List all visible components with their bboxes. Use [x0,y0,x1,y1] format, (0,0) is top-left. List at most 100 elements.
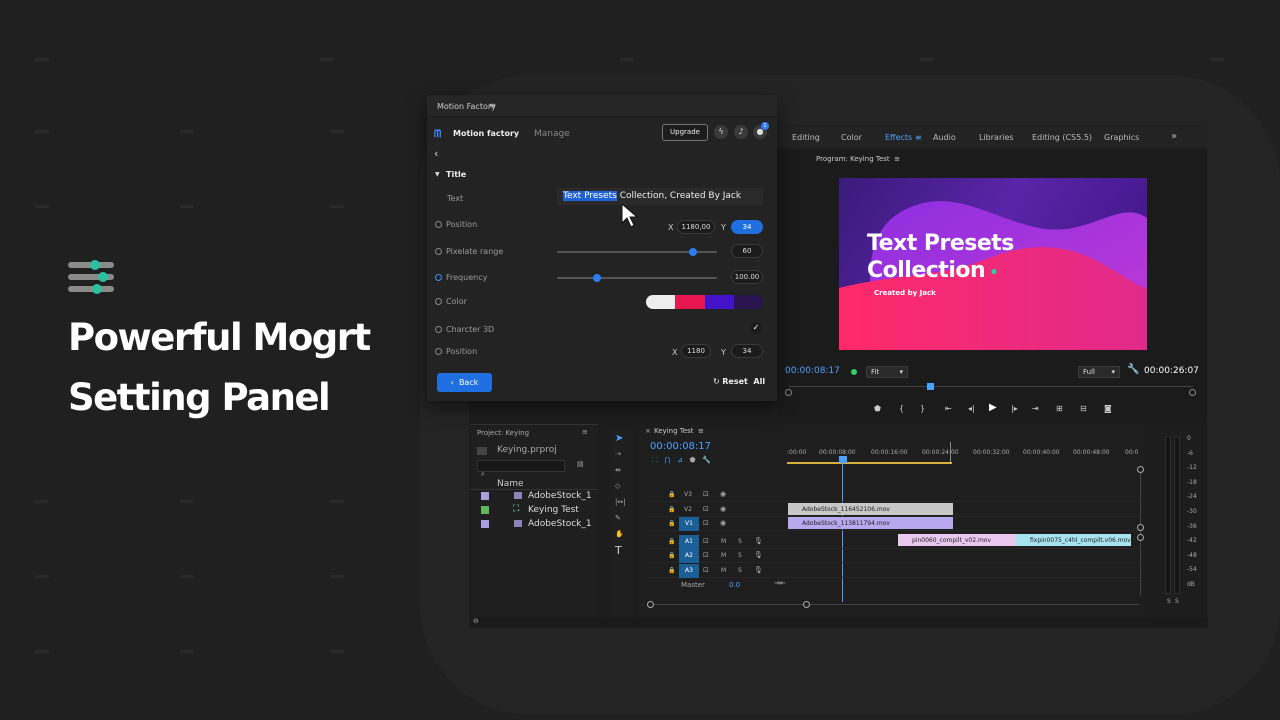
color-swatch[interactable] [675,295,705,309]
mic-icon[interactable]: 🎙 [754,551,763,559]
clip-v1[interactable]: AdobeStock_113811794.mov [788,517,953,529]
eye-icon[interactable]: ◉ [720,519,726,527]
pixelate-slider[interactable] [557,248,717,256]
mute-button[interactable]: M [721,538,726,545]
eye-icon[interactable]: ◉ [720,505,726,513]
frequency-input[interactable]: 100.00 [731,270,763,284]
lock-icon[interactable]: 🔒 [668,538,675,545]
tab-graphics[interactable]: Graphics [1104,133,1139,142]
track-target-a3[interactable]: A3 [679,564,699,578]
pixelate-input[interactable]: 60 [731,244,763,258]
lock-icon[interactable]: 🔒 [668,552,675,559]
resolution-dropdown[interactable]: Full ▾ [1078,366,1120,378]
tab-editing-cs55[interactable]: Editing (CS5.5) [1032,133,1092,142]
lock-icon[interactable]: 🔒 [668,491,675,498]
project-menu-icon[interactable]: ≡ [582,428,588,436]
step-back-icon[interactable]: ◂| [968,404,975,413]
text-input[interactable]: Text Presets Collection, Created By Jack [557,188,763,205]
track-target-a1[interactable]: A1 [679,535,699,549]
character3d-checkbox[interactable]: ✓ [750,322,762,334]
lock-icon[interactable]: 🔒 [668,567,675,574]
solo-right-button[interactable]: S [1175,598,1179,605]
tab-editing[interactable]: Editing [792,133,820,142]
fit-dropdown[interactable]: Fit ▾ [866,366,908,378]
slip-icon[interactable]: |↔| [615,498,626,506]
track-target-v1[interactable]: V1 [679,517,699,531]
go-to-end-icon[interactable]: ⇥⇤ [774,579,786,587]
timeline-scrollbar[interactable] [647,601,1139,608]
bell-icon[interactable]: ♪ [734,125,748,139]
frequency-slider[interactable] [557,274,717,282]
go-to-out-icon[interactable]: ⇥ [1032,404,1039,413]
eye-icon[interactable]: ◉ [720,490,726,498]
color-swatch[interactable] [646,295,676,309]
clip-a1-first[interactable]: pin0060_compilt_v02.mov [898,534,1016,546]
clip-a1-second[interactable]: fixpin0075_c4hl_compilt.v06.mov [1016,534,1131,546]
marker-icon[interactable]: ⬟ [874,404,881,413]
solo-button[interactable]: S [738,567,742,574]
linked-icon[interactable]: ⊿ [677,456,683,464]
close-icon[interactable]: × [645,427,651,435]
sync-icon[interactable]: ⊡ [703,537,709,545]
tab-libraries[interactable]: Libraries [979,133,1014,142]
collapse-triangle-icon[interactable]: ▼ [435,171,440,178]
master-value[interactable]: 0.0 [729,581,740,589]
timeline-playhead-icon[interactable] [839,456,847,463]
mute-button[interactable]: M [721,567,726,574]
pen-icon[interactable]: ✎ [615,514,621,522]
ripple-edit-icon[interactable]: ⇹ [615,466,621,474]
stopwatch-icon[interactable] [435,348,442,355]
hand-icon[interactable]: ✋ [615,530,624,538]
snap-icon[interactable]: ⋂ [665,456,671,464]
insert-icon[interactable]: ⊞ [1056,404,1063,413]
reset-all-button[interactable]: ↻ Reset All [713,377,765,386]
lightning-icon[interactable]: ϟ [714,125,728,139]
lock-icon[interactable]: 🔒 [668,506,675,513]
position2-y-input[interactable]: 34 [731,344,763,358]
sync-icon[interactable]: ⊡ [703,566,709,574]
more-tabs-icon[interactable]: » [1171,131,1177,142]
sync-icon[interactable]: ⊡ [703,519,709,527]
play-icon[interactable]: ▶ [989,402,997,413]
color-swatch[interactable] [733,295,763,309]
stopwatch-icon[interactable] [435,298,442,305]
color-swatch[interactable] [704,295,734,309]
solo-left-button[interactable]: S [1167,598,1171,605]
track-target-a2[interactable]: A2 [679,549,699,563]
menu-icon[interactable]: ≡ [915,133,922,142]
name-column-header[interactable]: Name [497,479,524,489]
camera-icon[interactable]: ◙ [1104,404,1112,413]
type-tool-icon[interactable]: T [615,544,622,557]
tab-audio[interactable]: Audio [933,133,956,142]
marker-add-icon[interactable]: ⬟ [690,456,696,464]
sync-icon[interactable]: ⊡ [703,490,709,498]
go-to-in-icon[interactable]: ⇤ [945,404,952,413]
clip-v2[interactable]: AdobeStock_116452106.mov [788,503,953,515]
position2-x-input[interactable]: 1180 [681,344,711,358]
solo-button[interactable]: S [738,538,742,545]
tab-effects[interactable]: Effects [885,133,912,142]
sync-icon[interactable]: ⊡ [703,505,709,513]
position-x-input[interactable]: 1180,00 [677,220,715,234]
solo-button[interactable]: S [738,552,742,559]
timeline-wrench-icon[interactable]: 🔧 [702,456,711,464]
mute-button[interactable]: M [721,552,726,559]
stopwatch-icon[interactable] [435,248,442,255]
position-y-input[interactable]: 34 [731,220,763,234]
track-select-icon[interactable]: ⇢ [615,450,621,458]
mark-in-icon[interactable]: { [899,404,904,413]
slider-knob[interactable] [689,248,697,256]
wrench-icon[interactable]: 🔧 [1127,364,1139,375]
manage-tab[interactable]: Manage [534,129,570,139]
status-icon[interactable]: ⊖ [473,617,479,625]
upgrade-button[interactable]: Upgrade [662,124,708,141]
playhead-icon[interactable] [927,383,934,390]
new-bin-icon[interactable]: ▤ [577,460,584,468]
razor-icon[interactable]: ◇ [615,482,620,490]
stopwatch-icon[interactable] [435,326,442,333]
back-arrow-icon[interactable]: ‹ [434,147,438,160]
program-scrubber[interactable] [785,383,1196,396]
mic-icon[interactable]: 🎙 [754,566,763,574]
stopwatch-active-icon[interactable] [435,274,442,281]
sync-icon[interactable]: ⊡ [703,551,709,559]
